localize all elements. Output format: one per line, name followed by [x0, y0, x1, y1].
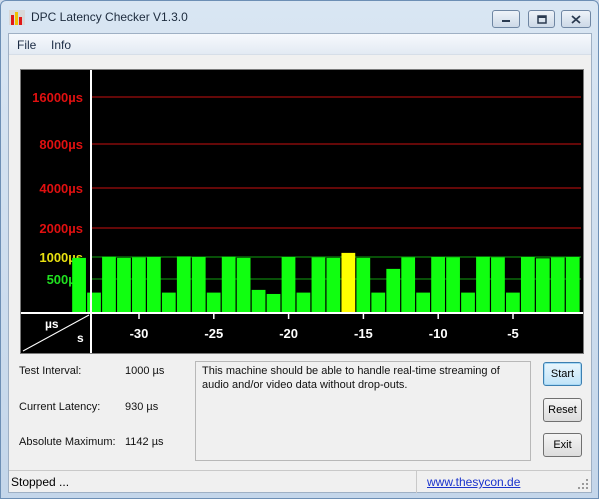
- latency-bar: [251, 289, 266, 313]
- latency-bar: [311, 257, 326, 313]
- latency-bar: [191, 257, 206, 313]
- y-axis-label: 2000µs: [39, 221, 83, 236]
- latency-bar: [221, 256, 236, 313]
- latency-bar: [476, 256, 490, 313]
- latency-bar: [266, 293, 281, 313]
- minimize-button[interactable]: [492, 10, 520, 28]
- current-latency-label: Current Latency:: [19, 401, 101, 413]
- maximize-button[interactable]: [528, 10, 555, 28]
- maximize-icon: [536, 14, 547, 24]
- latency-bar: [446, 257, 460, 313]
- menu-file[interactable]: File: [17, 38, 36, 52]
- latency-bar: [102, 256, 116, 313]
- test-interval-value: 1000 µs: [125, 365, 165, 377]
- latency-chart-svg: 16000µs8000µs4000µs2000µs1000µs500µsµss -…: [21, 70, 583, 353]
- app-logo-icon: [9, 10, 25, 25]
- y-axis-label: 4000µs: [39, 181, 83, 196]
- app-window: DPC Latency Checker V1.3.0 File Info 160…: [0, 0, 599, 499]
- latency-bar: [146, 257, 161, 313]
- x-tick-label: -10: [429, 326, 448, 341]
- latency-bar: [206, 292, 221, 313]
- latency-bar: [341, 252, 356, 313]
- status-pane: Stopped ...: [9, 471, 417, 493]
- start-button[interactable]: Start: [543, 362, 582, 386]
- latency-bar: [491, 257, 505, 313]
- y-axis-label: 16000µs: [32, 90, 83, 105]
- latency-bar: [281, 257, 296, 313]
- resize-grip-icon[interactable]: [577, 478, 589, 490]
- latency-bar: [386, 268, 401, 313]
- x-tick-label: -20: [279, 326, 298, 341]
- status-bar: Stopped ... www.thesycon.de: [9, 470, 591, 493]
- menu-info[interactable]: Info: [51, 38, 71, 52]
- current-latency-value: 930 µs: [125, 401, 159, 413]
- latency-bar: [506, 292, 520, 313]
- latency-bar: [431, 257, 445, 313]
- x-tick-label: -25: [204, 326, 223, 341]
- latency-bar: [461, 292, 475, 313]
- corner-unit-us: µs: [45, 317, 59, 331]
- latency-chart: 16000µs 8000µs 4000µs 2000µs 1000µs 500µs µs s -…: [20, 69, 584, 354]
- title-bar[interactable]: DPC Latency Checker V1.3.0: [1, 1, 598, 33]
- latency-bar: [535, 258, 550, 313]
- close-button[interactable]: [561, 10, 591, 28]
- latency-bar: [401, 257, 416, 313]
- close-icon: [571, 14, 581, 24]
- reset-button[interactable]: Reset: [543, 398, 582, 422]
- x-tick-label: -15: [354, 326, 373, 341]
- corner-unit-s: s: [77, 331, 84, 345]
- latency-bar: [520, 257, 535, 313]
- latency-bar: [326, 257, 341, 313]
- client-area: File Info 16000µs 8000µs 4000µs 2000µs 1000µ…: [8, 33, 592, 493]
- latency-bar: [236, 257, 251, 313]
- test-interval-label: Test Interval:: [19, 365, 82, 377]
- y-axis-label: 8000µs: [39, 137, 83, 152]
- minimize-icon: [502, 20, 510, 22]
- latency-bar: [296, 292, 311, 313]
- latency-bar: [550, 257, 565, 313]
- latency-bar: [72, 257, 86, 313]
- latency-bar: [416, 292, 431, 313]
- latency-bar: [176, 256, 191, 313]
- latency-bar: [117, 257, 131, 313]
- latency-bar: [565, 257, 580, 313]
- latency-bar: [87, 292, 101, 313]
- menu-bar: File Info: [9, 34, 591, 55]
- website-link[interactable]: www.thesycon.de: [427, 475, 520, 489]
- status-text: Stopped ...: [11, 475, 70, 489]
- x-tick-label: -5: [507, 326, 519, 341]
- latency-bar: [356, 257, 371, 313]
- latency-bar: [132, 257, 146, 313]
- status-message-box: This machine should be able to handle re…: [195, 361, 531, 461]
- absolute-maximum-label: Absolute Maximum:: [19, 436, 116, 448]
- x-tick-label: -30: [130, 326, 149, 341]
- absolute-maximum-value: 1142 µs: [125, 436, 164, 448]
- window-title: DPC Latency Checker V1.3.0: [31, 10, 188, 24]
- latency-bar: [161, 292, 176, 313]
- latency-bar: [371, 292, 386, 313]
- exit-button[interactable]: Exit: [543, 433, 582, 457]
